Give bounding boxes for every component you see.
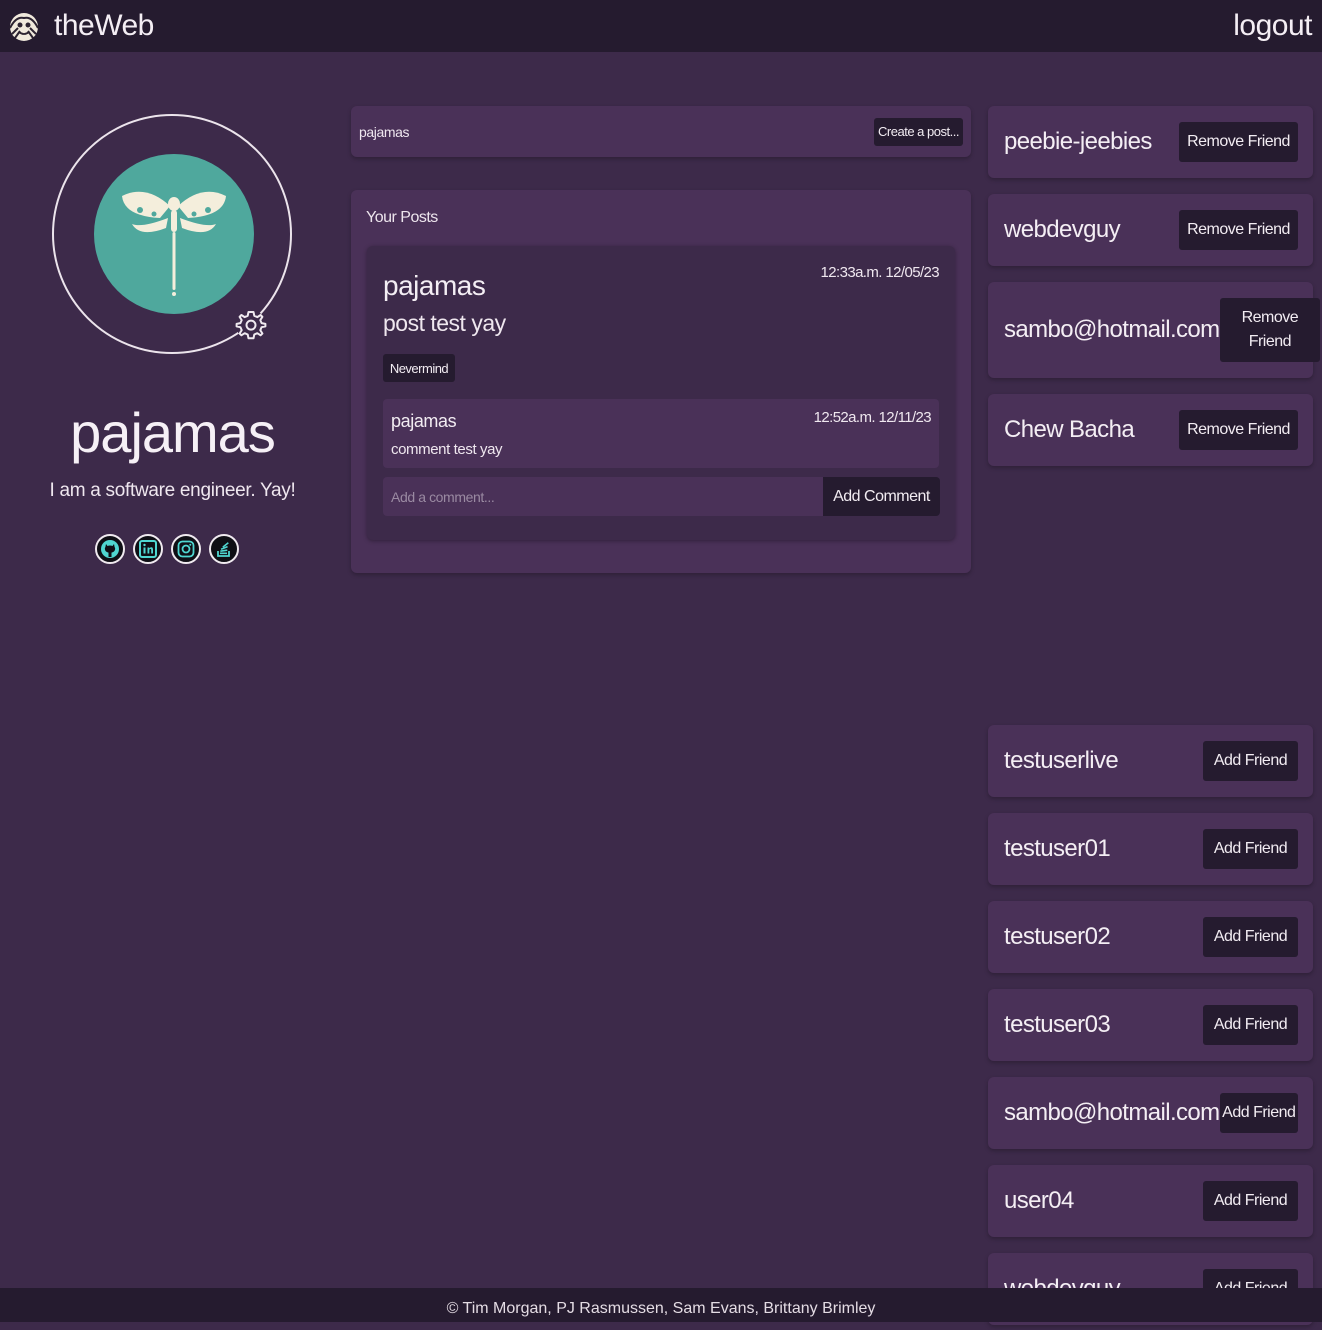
instagram-icon[interactable]: [171, 534, 201, 564]
friend-item: peebie-jeebies Remove Friend: [988, 106, 1313, 178]
suggested-user-name[interactable]: testuserlive: [1004, 747, 1119, 775]
dragonfly-icon: [122, 191, 226, 296]
friend-name[interactable]: peebie-jeebies: [1004, 128, 1152, 156]
add-friend-button[interactable]: Add Friend: [1203, 917, 1298, 957]
add-friend-button[interactable]: Add Friend: [1203, 829, 1298, 869]
add-friend-button[interactable]: Add Friend: [1219, 1093, 1298, 1133]
suggested-user-name[interactable]: testuser02: [1004, 923, 1111, 951]
avatar[interactable]: [52, 114, 292, 354]
top-navbar: theWeb logout: [0, 0, 1322, 52]
add-comment-button[interactable]: Add Comment: [823, 477, 940, 516]
profile-username: pajamas: [70, 401, 276, 464]
linkedin-icon[interactable]: [133, 534, 163, 564]
create-post-input[interactable]: pajamas: [359, 124, 410, 140]
suggested-user-item: sambo@hotmail.com Add Friend: [988, 1077, 1313, 1149]
add-friend-button[interactable]: Add Friend: [1203, 1005, 1298, 1045]
delete-post-button[interactable]: Nevermind: [383, 354, 455, 382]
suggested-user-item: testuserlive Add Friend: [988, 725, 1313, 797]
github-icon[interactable]: [95, 534, 125, 564]
gear-icon[interactable]: [234, 308, 268, 342]
suggested-user-name[interactable]: testuser01: [1004, 835, 1111, 863]
remove-friend-button[interactable]: Remove Friend: [1219, 298, 1321, 362]
post-body: post test yay: [383, 310, 506, 336]
comment-author[interactable]: pajamas: [391, 411, 457, 432]
profile-bio: I am a software engineer. Yay!: [49, 480, 296, 501]
suggested-user-name[interactable]: sambo@hotmail.com: [1004, 1099, 1220, 1127]
logout-link[interactable]: logout: [1233, 9, 1312, 43]
remove-friend-button[interactable]: Remove Friend: [1179, 210, 1298, 250]
friend-item: webdevguy Remove Friend: [988, 194, 1313, 266]
post-timestamp: 12:33a.m. 12/05/23: [820, 264, 940, 281]
add-friend-button[interactable]: Add Friend: [1203, 1181, 1298, 1221]
brand[interactable]: theWeb: [6, 8, 154, 44]
friend-name[interactable]: sambo@hotmail.com: [1004, 316, 1220, 344]
spider-logo-icon: [9, 13, 39, 41]
footer: © Tim Morgan, PJ Rasmussen, Sam Evans, B…: [0, 1288, 1322, 1322]
remove-friend-button[interactable]: Remove Friend: [1179, 122, 1298, 162]
add-comment-input[interactable]: Add a comment...: [383, 477, 823, 516]
post-author[interactable]: pajamas: [383, 270, 486, 302]
brand-name: theWeb: [54, 9, 154, 42]
suggested-user-name[interactable]: testuser03: [1004, 1011, 1111, 1039]
stackoverflow-icon[interactable]: [209, 534, 239, 564]
remove-friend-button[interactable]: Remove Friend: [1179, 410, 1298, 450]
comment-timestamp: 12:52a.m. 12/11/23: [813, 409, 932, 426]
comment-text: comment test yay: [391, 441, 503, 458]
add-friend-button[interactable]: Add Friend: [1203, 741, 1298, 781]
friend-item: sambo@hotmail.com Remove Friend: [988, 282, 1321, 378]
suggested-user-item: user04 Add Friend: [988, 1165, 1313, 1237]
posts-title: Your Posts: [366, 209, 438, 226]
create-post-bar: pajamas Create a post...: [351, 106, 971, 157]
suggested-user-item: testuser01 Add Friend: [988, 813, 1313, 885]
your-posts-panel: Your Posts pajamas 12:33a.m. 12/05/23 po…: [351, 190, 971, 573]
post-card: pajamas 12:33a.m. 12/05/23 post test yay…: [367, 246, 955, 540]
comment-item: pajamas 12:52a.m. 12/11/23 comment test …: [383, 399, 939, 468]
create-post-button[interactable]: Create a post...: [874, 117, 963, 146]
suggested-user-item: testuser03 Add Friend: [988, 989, 1313, 1061]
friend-item: Chew Bacha Remove Friend: [988, 394, 1313, 466]
friend-name[interactable]: webdevguy: [1004, 216, 1121, 244]
avatar-image: [94, 154, 254, 314]
friend-name[interactable]: Chew Bacha: [1004, 416, 1135, 444]
suggested-user-item: testuser02 Add Friend: [988, 901, 1313, 973]
suggested-user-name[interactable]: user04: [1004, 1187, 1074, 1215]
social-links: [95, 534, 239, 564]
